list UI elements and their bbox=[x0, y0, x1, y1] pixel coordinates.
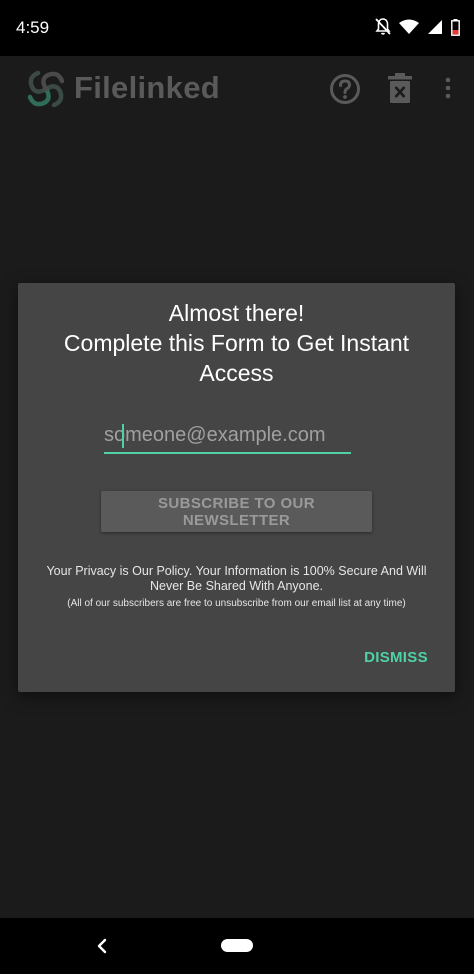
battery-low-icon bbox=[451, 18, 460, 36]
help-icon[interactable] bbox=[329, 73, 361, 105]
privacy-text: Your Privacy is Our Policy. Your Informa… bbox=[18, 564, 455, 594]
back-icon[interactable] bbox=[94, 936, 110, 956]
app-bar: Filelinked bbox=[0, 56, 474, 124]
subscribe-dialog: Almost there! Complete this Form to Get … bbox=[18, 283, 455, 692]
status-time: 4:59 bbox=[16, 18, 50, 37]
dialog-title-line: Almost there! bbox=[168, 300, 305, 326]
status-icons bbox=[375, 18, 460, 36]
wifi-icon bbox=[399, 19, 419, 35]
navigation-bar bbox=[0, 918, 474, 974]
trash-icon[interactable] bbox=[388, 72, 412, 104]
logo-icon bbox=[27, 70, 65, 108]
privacy-line: Never Be Shared With Anyone. bbox=[149, 579, 323, 593]
email-field[interactable] bbox=[104, 418, 351, 454]
subscribe-button[interactable]: SUBSCRIBE TO OUR NEWSLETTER bbox=[101, 491, 372, 532]
dialog-title-line: Complete this Form to Get Instant bbox=[63, 330, 410, 356]
status-bar: 4:59 bbox=[0, 0, 474, 56]
signal-icon bbox=[428, 20, 442, 34]
dialog-title-line: Access bbox=[199, 360, 274, 386]
notifications-off-icon bbox=[375, 18, 391, 35]
unsubscribe-note: (All of our subscribers are free to unsu… bbox=[67, 598, 406, 609]
app-title: Filelinked bbox=[74, 70, 220, 105]
privacy-line: Your Privacy is Our Policy. Your Informa… bbox=[46, 564, 427, 578]
screen: 4:59 Filelinked Almost there! Complete t… bbox=[0, 0, 474, 974]
dismiss-button[interactable]: DISMISS bbox=[356, 645, 436, 669]
dialog-title: Almost there! Complete this Form to Get … bbox=[18, 298, 455, 388]
overflow-menu-icon[interactable] bbox=[440, 76, 456, 100]
text-cursor bbox=[122, 424, 124, 448]
home-pill-icon[interactable] bbox=[221, 939, 253, 952]
